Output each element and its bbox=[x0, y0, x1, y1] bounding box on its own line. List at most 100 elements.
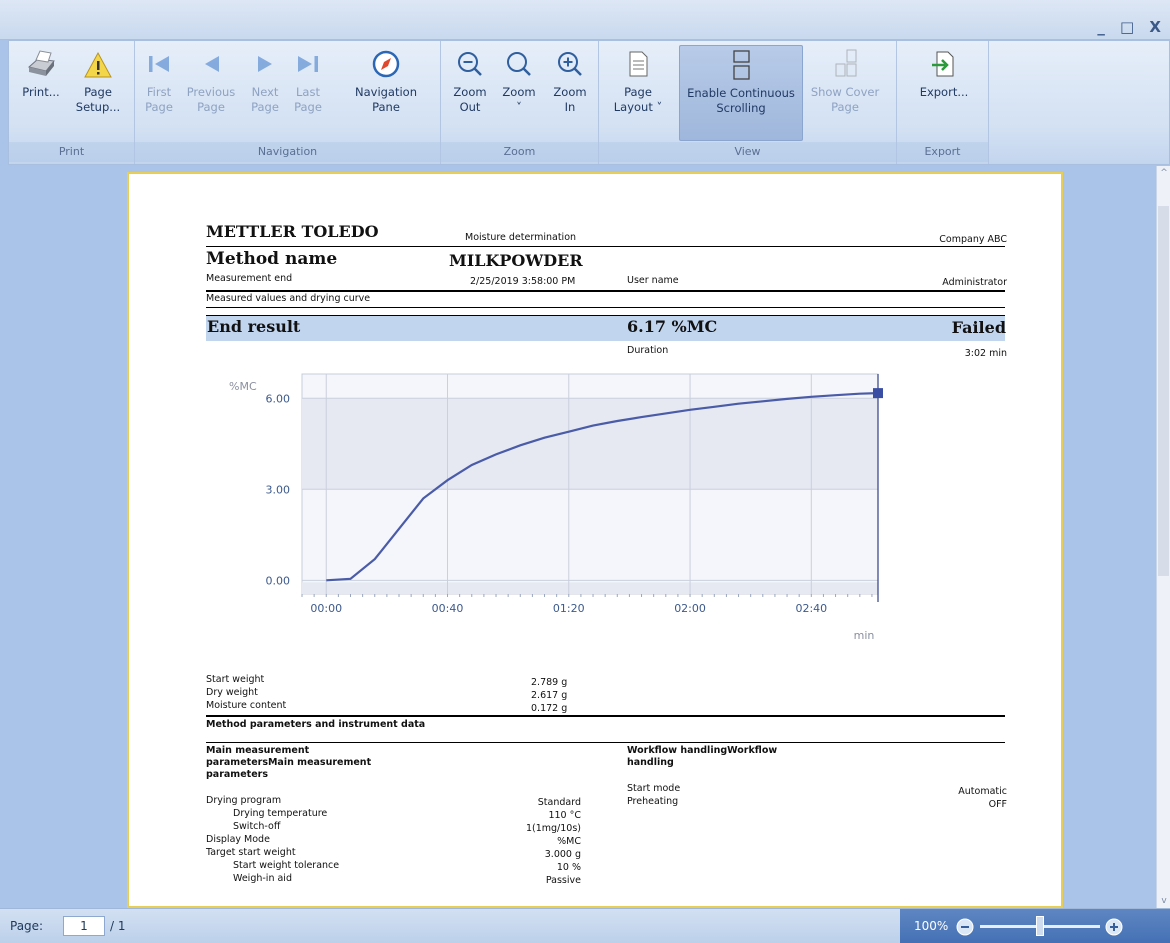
report-type: Moisture determination bbox=[465, 232, 577, 243]
print-button[interactable]: Print... bbox=[19, 45, 63, 141]
next-page-button[interactable]: Next Page bbox=[243, 45, 287, 141]
page-label: Page: bbox=[10, 919, 44, 933]
end-point-marker bbox=[873, 388, 883, 399]
start-weight-label: Start weight bbox=[206, 674, 265, 685]
y-axis-label: %MC bbox=[229, 380, 257, 393]
method-value: MILKPOWDER bbox=[449, 251, 583, 270]
compass-icon bbox=[372, 50, 400, 78]
previous-page-button[interactable]: Previous Page bbox=[183, 45, 239, 141]
first-page-button[interactable]: First Page bbox=[139, 45, 179, 141]
end-result-label: End result bbox=[207, 317, 301, 336]
zoom-level: 100% bbox=[914, 919, 949, 933]
param-value: OFF bbox=[988, 799, 1007, 810]
param-label: Target start weight bbox=[206, 847, 296, 858]
navigation-pane-button[interactable]: Navigation Pane bbox=[333, 45, 439, 141]
previous-page-icon bbox=[205, 56, 219, 72]
end-result-band bbox=[206, 315, 1005, 341]
measurement-end-label: Measurement end bbox=[206, 273, 293, 284]
group-label-export: Export bbox=[897, 142, 988, 162]
scroll-down-icon[interactable]: v bbox=[1157, 896, 1170, 906]
scroll-thumb[interactable] bbox=[1158, 206, 1169, 576]
duration-label: Duration bbox=[627, 345, 669, 356]
x-tick-label: 01:20 bbox=[553, 602, 585, 615]
report-page: METTLER TOLEDO Moisture determination Co… bbox=[127, 172, 1063, 908]
end-result-value: 6.17 %MC bbox=[627, 317, 718, 336]
continuous-scrolling-icon bbox=[733, 50, 750, 80]
document-viewer[interactable]: METTLER TOLEDO Moisture determination Co… bbox=[8, 166, 1170, 908]
ribbon-group-export: Export... Export bbox=[897, 41, 989, 164]
ribbon-group-print: Print... Page Setup... Print bbox=[9, 41, 135, 164]
params-divider-2 bbox=[206, 742, 1005, 743]
zoom-button[interactable]: Zoom ˅ bbox=[495, 45, 543, 141]
user-label: User name bbox=[627, 275, 679, 286]
method-label: Method name bbox=[206, 249, 338, 269]
x-axis-label: min bbox=[854, 629, 875, 642]
param-value: Passive bbox=[545, 875, 581, 886]
start-weight-value: 2.789 g bbox=[531, 677, 568, 688]
workflow-title: Workflow handlingWorkflow handling bbox=[627, 745, 778, 768]
param-label: Drying program bbox=[206, 795, 282, 806]
zoom-in-small-icon[interactable] bbox=[1104, 917, 1124, 937]
dry-weight-value: 2.617 g bbox=[531, 690, 568, 701]
zoom-in-icon bbox=[558, 52, 582, 76]
param-value: 10 % bbox=[556, 862, 581, 873]
group-label-print: Print bbox=[9, 142, 134, 162]
section-params: Method parameters and instrument data bbox=[206, 719, 426, 730]
zoom-in-button[interactable]: Zoom In bbox=[547, 45, 593, 141]
end-result-status: Failed bbox=[951, 318, 1006, 337]
param-label: Start weight tolerance bbox=[233, 860, 340, 871]
param-label: Switch-off bbox=[233, 821, 281, 832]
zoom-out-icon bbox=[458, 52, 482, 76]
window-controls[interactable]: _ □ X bbox=[1097, 18, 1166, 36]
y-tick-label: 0.00 bbox=[266, 574, 291, 587]
plot-band bbox=[302, 582, 878, 594]
title-bar: _ □ X bbox=[0, 0, 1170, 40]
zoom-icon bbox=[507, 52, 531, 76]
continuous-scrolling-button[interactable]: Enable Continuous Scrolling bbox=[679, 45, 803, 141]
param-label: Display Mode bbox=[206, 834, 270, 845]
company-name: Company ABC bbox=[939, 234, 1007, 245]
param-value: 1(1mg/10s) bbox=[525, 823, 581, 834]
header-divider-2 bbox=[206, 290, 1005, 292]
param-label: Start mode bbox=[627, 783, 681, 794]
param-label: Preheating bbox=[627, 796, 679, 807]
ribbon-group-zoom: Zoom Out Zoom ˅ Zoom In Zoom bbox=[441, 41, 599, 164]
first-page-icon bbox=[149, 56, 169, 72]
group-label-zoom: Zoom bbox=[441, 142, 598, 162]
drying-curve-chart: 00:00 00:40 01:20 02:00 02:40 0.00 3.00 6.00 %MC… bbox=[229, 373, 883, 642]
ribbon-group-view: Page Layout ˅ Enable Continuous Scrollin… bbox=[599, 41, 897, 164]
export-button[interactable]: Export... bbox=[907, 45, 981, 141]
vertical-scrollbar[interactable]: ^ v bbox=[1156, 166, 1170, 908]
duration-value: 3:02 min bbox=[964, 348, 1007, 359]
x-tick-label: 02:00 bbox=[674, 602, 706, 615]
last-page-button[interactable]: Last Page bbox=[287, 45, 329, 141]
page-number-input[interactable]: 1 bbox=[63, 916, 105, 936]
measurement-end-value: 2/25/2019 3:58:00 PM bbox=[470, 276, 576, 287]
param-label: Drying temperature bbox=[233, 808, 328, 819]
moisture-content-value: 0.172 g bbox=[531, 703, 568, 714]
printer-icon bbox=[27, 50, 55, 76]
export-icon bbox=[932, 51, 954, 77]
user-value: Administrator bbox=[942, 277, 1007, 288]
zoom-slider-thumb[interactable] bbox=[1036, 916, 1044, 936]
brand-name: METTLER TOLEDO bbox=[206, 222, 379, 241]
dry-weight-label: Dry weight bbox=[206, 687, 258, 698]
y-tick-label: 6.00 bbox=[266, 392, 291, 405]
zoom-out-button[interactable]: Zoom Out bbox=[447, 45, 493, 141]
show-cover-page-button[interactable]: Show Cover Page bbox=[807, 45, 883, 141]
ribbon-toolbar: Print... Page Setup... Print First Page … bbox=[8, 40, 1170, 165]
param-value: Standard bbox=[537, 797, 581, 808]
param-value: %MC bbox=[557, 836, 581, 847]
zoom-bar: 100% bbox=[900, 909, 1170, 943]
moisture-content-label: Moisture content bbox=[206, 700, 287, 711]
last-page-icon bbox=[298, 56, 318, 72]
status-bar: Page: 1 / 1 100% bbox=[0, 908, 1170, 943]
zoom-out-small-icon[interactable] bbox=[955, 917, 975, 937]
param-value: 110 °C bbox=[548, 810, 581, 821]
page-total: / 1 bbox=[110, 919, 126, 933]
page-setup-button[interactable]: Page Setup... bbox=[71, 45, 125, 141]
cover-page-icon bbox=[835, 49, 857, 77]
next-page-icon bbox=[258, 56, 272, 72]
page-layout-button[interactable]: Page Layout ˅ bbox=[607, 45, 669, 141]
scroll-up-icon[interactable]: ^ bbox=[1157, 168, 1170, 178]
